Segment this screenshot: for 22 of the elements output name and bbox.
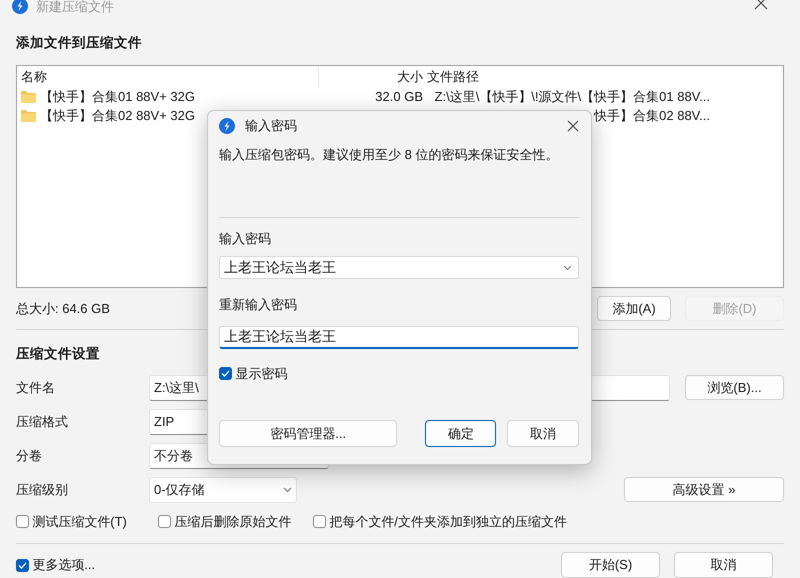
checkbox-label: 把每个文件/文件夹添加到独立的压缩文件 <box>329 512 567 530</box>
window-title: 新建压缩文件 <box>36 0 114 14</box>
section-heading: 添加文件到压缩文件 <box>16 34 143 52</box>
dialog-description: 输入压缩包密码。建议使用至少 8 位的密码来保证安全性。 <box>219 146 560 164</box>
checkbox-label: 测试压缩文件(T) <box>32 512 127 531</box>
field-label: 压缩格式 <box>16 412 69 431</box>
field-label: 重新输入密码 <box>219 296 298 314</box>
checkbox-label: 压缩后删除原始文件 <box>174 512 292 530</box>
total-size: 总大小: 64.6 GB <box>16 300 110 318</box>
dialog-title: 输入密码 <box>245 117 298 136</box>
checkbox-label: 更多选项... <box>32 556 96 574</box>
section-heading: 压缩文件设置 <box>16 345 101 364</box>
file-path: 快手】合集02 88V... <box>594 108 710 124</box>
field-label: 文件名 <box>16 378 56 397</box>
field-label: 输入密码 <box>219 230 272 248</box>
file-path: Z:\这里\【快手】\!源文件\【快手】合集01 88V... <box>434 88 710 104</box>
field-label: 压缩级别 <box>16 480 69 499</box>
checkbox-label: 显示密码 <box>235 364 288 382</box>
file-name: 【快手】合集01 88V+ 32G <box>40 88 195 106</box>
field-label: 分卷 <box>16 446 43 465</box>
file-name: 【快手】合集02 88V+ 32G <box>40 107 195 126</box>
file-size: 32.0 GB <box>375 88 423 104</box>
